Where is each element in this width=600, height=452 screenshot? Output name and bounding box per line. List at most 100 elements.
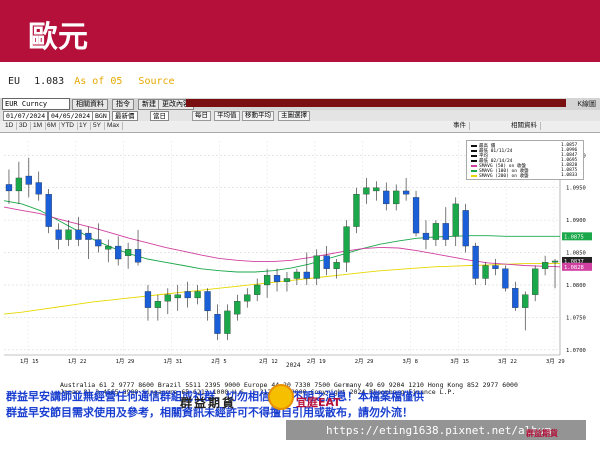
- candle-body: [134, 249, 142, 263]
- candle-body: [85, 232, 92, 240]
- chart-legend: 最高 價 1.0857 最低 01/11/24 1.0996 平均 1.0847 最低…: [466, 140, 584, 180]
- legend-swatch: [471, 154, 477, 157]
- candle-body: [55, 229, 62, 240]
- x-tick-label: 2月 12: [259, 358, 278, 365]
- candle-body: [204, 291, 211, 312]
- candle-body: [65, 229, 72, 240]
- as-of-label: As of 05: [74, 76, 123, 87]
- candle-body: [452, 203, 459, 237]
- toolbar-events[interactable]: 事件: [450, 122, 470, 130]
- candle-body: [124, 249, 132, 256]
- watermark-brand: 群益期貨: [180, 396, 237, 410]
- y-tick-label: 1.0950: [566, 186, 586, 192]
- x-tick-label: 3月 8: [403, 358, 418, 365]
- sun-icon: [268, 384, 294, 410]
- tab-max[interactable]: Max: [104, 122, 124, 130]
- legend-swatch: [471, 159, 477, 162]
- ticker-price: 1.083: [34, 76, 65, 87]
- menu-new[interactable]: 新建: [138, 99, 160, 110]
- candle-body: [254, 284, 261, 295]
- candle-body: [25, 175, 32, 185]
- candle-body: [442, 223, 449, 240]
- candle-body: [263, 275, 271, 286]
- candle-body: [144, 291, 152, 308]
- candle-body: [75, 229, 82, 240]
- chart-type-label: K線圖: [577, 101, 596, 108]
- watermark-url: https://eting1638.pixnet.net/album: [326, 424, 552, 437]
- candle-body: [402, 190, 410, 195]
- candle-body: [502, 268, 509, 289]
- candle-body: [432, 223, 440, 240]
- header-red-strip: [186, 99, 566, 107]
- year-label: 2024: [286, 362, 301, 369]
- x-tick-label: 2月 5: [211, 358, 226, 365]
- source-label: Source: [138, 76, 175, 87]
- freq-field[interactable]: 當日: [150, 111, 169, 121]
- candle-body: [472, 245, 479, 279]
- candle-body: [5, 184, 13, 192]
- date-end-field[interactable]: 04/05/2024: [48, 111, 94, 121]
- candle-body: [482, 265, 489, 279]
- price-tag-label: 1.0875: [564, 234, 584, 240]
- candle-body: [323, 255, 330, 269]
- page-title: 歐元: [28, 20, 88, 55]
- candle-body: [512, 288, 519, 308]
- tab-1y[interactable]: 1Y: [76, 122, 91, 130]
- candle-body: [333, 262, 340, 269]
- toolbar-average[interactable]: 平均值: [214, 111, 240, 121]
- candle-body: [412, 197, 420, 234]
- legend-value: 1.0833: [561, 173, 578, 178]
- candle-body: [541, 262, 549, 269]
- legend-swatch: [471, 164, 477, 167]
- candle-body: [184, 291, 191, 299]
- menu-command[interactable]: 指令: [112, 99, 134, 110]
- candle-body: [353, 194, 360, 227]
- candle-body: [164, 294, 171, 302]
- candle-body: [95, 239, 102, 247]
- candle-body: [293, 271, 301, 279]
- candle-body: [224, 310, 231, 334]
- candle-body: [15, 177, 23, 192]
- toolbar-daily[interactable]: 每日: [192, 111, 211, 121]
- date-start-field[interactable]: 01/07/2024: [3, 111, 49, 121]
- candle-body: [313, 255, 320, 279]
- legend-swatch: [471, 169, 477, 172]
- y-tick-label: 1.0850: [566, 251, 586, 257]
- candle-body: [194, 291, 201, 299]
- candle-body: [492, 265, 499, 269]
- subtitle-line: EU 1.083 As of 05 Source: [8, 76, 175, 87]
- candle-body: [393, 190, 400, 205]
- x-tick-label: 1月 22: [68, 358, 87, 365]
- tab-ytd[interactable]: YTD: [58, 122, 78, 130]
- price-field[interactable]: 最新價: [112, 111, 138, 121]
- candle-body: [115, 245, 122, 260]
- candle-body: [174, 294, 181, 299]
- x-tick-label: 3月 15: [450, 358, 469, 365]
- ticker-code: EU: [8, 76, 21, 87]
- candle-body: [283, 278, 291, 282]
- x-tick-label: 1月 31: [163, 358, 182, 365]
- x-tick-label: 3月 29: [546, 358, 565, 365]
- candle-body: [422, 232, 430, 240]
- y-tick-label: 1.0700: [566, 348, 586, 354]
- candle-body: [551, 260, 559, 263]
- x-tick-label: 2月 29: [355, 358, 374, 365]
- candle-body: [35, 182, 42, 195]
- ticker-input[interactable]: EUR Curncy: [2, 98, 70, 110]
- candle-body: [105, 245, 112, 250]
- candle-body: [373, 187, 380, 192]
- x-tick-label: 1月 15: [20, 358, 39, 365]
- candle-body: [45, 194, 52, 227]
- toolbar-main-chart[interactable]: 主圖選擇: [278, 111, 310, 121]
- tab-5y[interactable]: 5Y: [90, 122, 105, 130]
- title-bar: [0, 0, 600, 62]
- source-field[interactable]: BGN: [92, 111, 110, 121]
- y-tick-label: 1.0900: [566, 218, 586, 224]
- toolbar-moving-avg[interactable]: 移動平均: [242, 111, 274, 121]
- candle-body: [383, 190, 390, 205]
- candle-body: [363, 187, 370, 195]
- legend-swatch: [471, 144, 477, 147]
- toolbar-related-data[interactable]: 相關資料: [508, 122, 541, 130]
- candle-body: [532, 268, 539, 295]
- menu-related[interactable]: 相關資料: [72, 99, 108, 110]
